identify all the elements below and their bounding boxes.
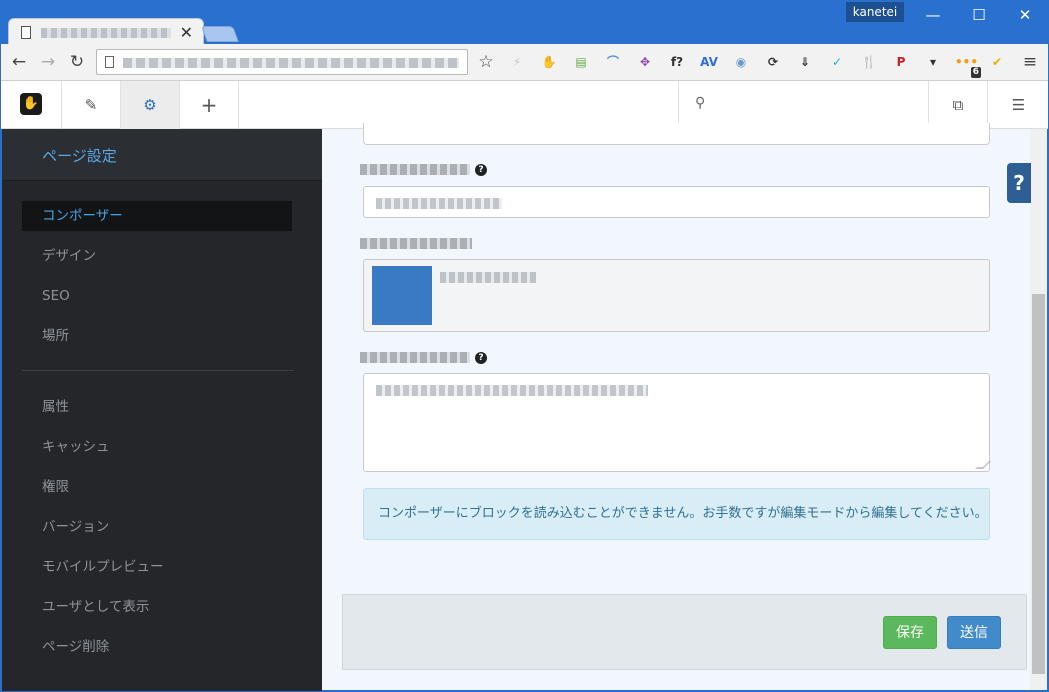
lightning-icon[interactable]: ⚡ [507, 52, 527, 72]
form-footer: 保存 送信 [342, 594, 1027, 670]
page-settings-gear-icon[interactable]: ⚙ [121, 81, 180, 129]
swoosh-icon[interactable]: ⌒ [603, 52, 623, 72]
sidebar-item-seo[interactable]: SEO [22, 281, 292, 311]
sidebar-item-versions[interactable]: バージョン [22, 512, 292, 542]
refresh-icon[interactable]: ⟳ [763, 52, 783, 72]
close-window-button[interactable]: ✕ [1010, 4, 1040, 26]
field-label-blurred [360, 352, 470, 363]
publish-button[interactable]: 送信 [947, 616, 1001, 649]
check-box-icon[interactable]: ✓ [827, 52, 847, 72]
browser-toolbar: ← → ↻ ☆ ⚡ ✋ ▤ ⌒ ✥ f? AV ◉ ⟳ ⇓ ✓ 🍴 P ▾ ••• 6 ✔ ≡ [0, 44, 1049, 81]
help-tab-question-icon[interactable]: ? [1007, 163, 1031, 203]
sliders-settings-icon[interactable]: ☰ [988, 81, 1049, 129]
sidebar-item-attributes[interactable]: 属性 [22, 392, 292, 422]
sidebar-item-composer[interactable]: コンポーザー [22, 201, 292, 231]
font-question-icon[interactable]: f? [667, 52, 687, 72]
browser-tab-active[interactable]: ✕ [8, 18, 204, 46]
add-plus-icon[interactable]: + [180, 81, 239, 129]
download-icon[interactable]: ⇓ [795, 52, 815, 72]
pocket-icon[interactable]: ▾ [923, 52, 943, 72]
save-button[interactable]: 保存 [883, 616, 937, 649]
previous-field-input[interactable] [363, 123, 990, 145]
forward-button[interactable]: → [37, 51, 59, 73]
image-thumbnail [372, 266, 432, 325]
page-icon [21, 26, 31, 39]
url-text-blurred [123, 58, 459, 68]
image-filename-blurred [440, 272, 536, 283]
help-question-icon[interactable]: ? [475, 164, 487, 176]
rss-badge-count: 6 [970, 67, 981, 78]
textarea-resize-handle[interactable] [975, 461, 991, 469]
fork-knife-icon[interactable]: 🍴 [859, 52, 879, 72]
concrete5-hand-icon[interactable]: ✋ [539, 52, 559, 72]
address-bar[interactable] [96, 49, 468, 75]
camera-icon[interactable]: ◉ [731, 52, 751, 72]
sidebar-header: ページ設定 [2, 129, 322, 181]
edit-pencil-icon[interactable]: ✎ [62, 81, 121, 129]
input-value-blurred [376, 198, 502, 209]
sidebar-item-mobile-preview[interactable]: モバイルプレビュー [22, 552, 292, 582]
field-label-blurred [360, 238, 472, 249]
sidebar-item-design[interactable]: デザイン [22, 241, 292, 271]
browser-menu-button[interactable]: ≡ [1019, 51, 1041, 73]
main-scrollbar[interactable] [1030, 129, 1047, 690]
cms-toolbar: ✋ ✎ ⚙ + ⚲ ⧉ ☰ [0, 81, 1049, 129]
norton-check-icon[interactable]: ✔ [987, 52, 1007, 72]
back-button[interactable]: ← [8, 51, 30, 73]
window-titlebar: ✕ kanetei — ☐ ✕ [0, 0, 1049, 46]
minimize-button[interactable]: — [918, 4, 948, 26]
maximize-button[interactable]: ☐ [964, 4, 994, 26]
help-question-icon[interactable]: ? [475, 352, 487, 364]
tab-title-blurred [41, 28, 171, 38]
sidebar-divider [22, 370, 294, 371]
sidebar-item-delete-page[interactable]: ページ削除 [22, 632, 292, 662]
reload-button[interactable]: ↻ [66, 51, 88, 73]
pinterest-icon[interactable]: P [891, 52, 911, 72]
bookmark-star-icon[interactable]: ☆ [475, 51, 497, 73]
search-icon: ⚲ [695, 95, 706, 111]
field-label-blurred [360, 164, 470, 175]
tab-close-icon[interactable]: ✕ [180, 23, 193, 42]
concrete5-logo-icon: ✋ [20, 93, 42, 115]
text-input-field[interactable] [363, 186, 990, 218]
page-settings-sidebar: ページ設定 コンポーザー デザイン SEO 場所 属性 キャッシュ 権限 バージ… [2, 129, 322, 692]
sidebar-item-view-as-user[interactable]: ユーザとして表示 [22, 592, 292, 622]
new-tab-button[interactable] [201, 26, 239, 42]
image-selector[interactable] [363, 259, 990, 332]
crosshair-icon[interactable]: ✥ [635, 52, 655, 72]
cms-search-field[interactable]: ⚲ [678, 81, 928, 129]
profile-badge[interactable]: kanetei [846, 2, 904, 22]
sidebar-title: ページ設定 [42, 147, 117, 165]
page-icon [105, 56, 114, 68]
sheet-icon[interactable]: ▤ [571, 52, 591, 72]
sidebar-item-location[interactable]: 場所 [22, 321, 292, 351]
sitemap-pages-icon[interactable]: ⧉ [928, 81, 988, 129]
sidebar-item-permissions[interactable]: 権限 [22, 472, 292, 502]
av-icon[interactable]: AV [699, 52, 719, 72]
composer-info-alert: コンポーザーにブロックを読み込むことができません。お手数ですが編集モードから編集… [363, 488, 990, 540]
textarea-value-blurred [376, 385, 648, 396]
cms-home-button[interactable]: ✋ [0, 81, 62, 129]
description-textarea[interactable] [363, 373, 991, 472]
rss-icon[interactable]: ••• 6 [955, 52, 981, 78]
scrollbar-thumb[interactable] [1032, 294, 1045, 674]
sidebar-item-cache[interactable]: キャッシュ [22, 432, 292, 462]
